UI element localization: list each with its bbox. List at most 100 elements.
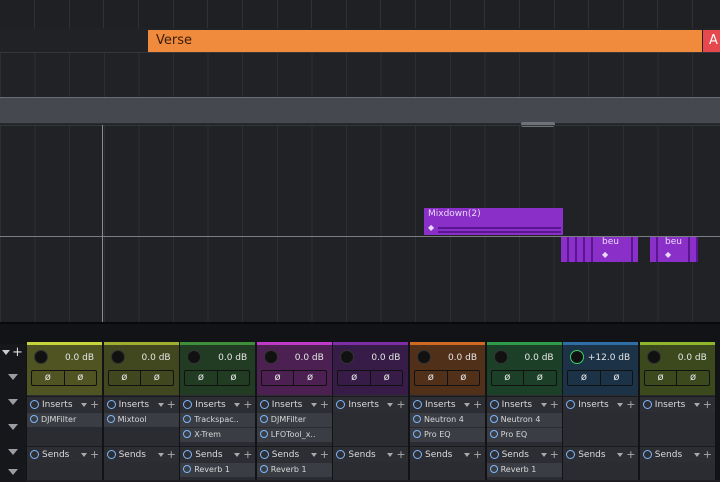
collapse-arrow-icon[interactable] <box>8 469 18 475</box>
pan-knob[interactable] <box>187 350 202 364</box>
power-icon[interactable] <box>183 430 192 438</box>
insert-slot[interactable]: DJMFilter <box>256 413 332 427</box>
pan-knob[interactable] <box>263 350 278 364</box>
dropdown-icon[interactable] <box>310 453 317 457</box>
power-icon[interactable] <box>259 400 269 409</box>
power-icon[interactable] <box>106 415 115 423</box>
phase-invert-left-button[interactable]: ø <box>109 371 141 385</box>
dropdown-icon[interactable] <box>81 453 87 457</box>
power-icon[interactable] <box>259 465 268 473</box>
dropdown-icon[interactable] <box>464 403 470 407</box>
dropdown-icon[interactable] <box>234 403 241 407</box>
pan-knob[interactable] <box>417 350 431 364</box>
add-insert-icon[interactable]: + <box>243 397 252 413</box>
pan-knob[interactable] <box>646 350 661 364</box>
insert-slot[interactable]: DJMFilter <box>27 413 102 427</box>
power-icon[interactable] <box>30 400 39 409</box>
inserts-header[interactable]: Inserts + <box>27 396 102 412</box>
insert-slot[interactable]: Neutron 4 <box>486 413 562 427</box>
pan-knob[interactable] <box>340 350 355 364</box>
add-insert-icon[interactable]: + <box>320 397 329 413</box>
send-slot[interactable]: Reverb 1 <box>180 463 256 477</box>
arranger-section-verse[interactable]: Verse <box>148 30 702 52</box>
add-send-icon[interactable]: + <box>320 447 329 463</box>
dropdown-icon[interactable] <box>387 453 394 457</box>
inserts-header[interactable]: Inserts + <box>333 396 409 413</box>
audio-clip-beu-2[interactable]: beu ◆ <box>661 237 686 262</box>
sends-header[interactable]: Sends + <box>256 446 332 463</box>
pan-knob[interactable] <box>110 350 125 364</box>
add-send-icon[interactable]: + <box>703 447 712 463</box>
phase-invert-right-button[interactable]: ø <box>63 371 97 385</box>
dropdown-icon[interactable] <box>310 403 317 407</box>
folder-track-band[interactable] <box>0 97 720 124</box>
power-icon[interactable] <box>183 400 193 409</box>
insert-slot[interactable]: Mixtool <box>103 413 179 427</box>
gain-readout[interactable]: 0.0 dB <box>51 350 97 366</box>
power-icon[interactable] <box>30 450 39 459</box>
gain-readout[interactable]: 0.0 dB <box>204 350 250 366</box>
power-icon[interactable] <box>30 415 38 423</box>
phase-invert-left-button[interactable]: ø <box>645 371 677 385</box>
power-icon[interactable] <box>489 450 499 459</box>
add-insert-icon[interactable]: + <box>550 397 559 413</box>
phase-invert-right-button[interactable]: ø <box>140 371 173 385</box>
playhead-line[interactable] <box>102 125 103 322</box>
dropdown-icon[interactable] <box>157 403 164 407</box>
gain-readout[interactable]: 0.0 dB <box>281 350 327 366</box>
sends-header[interactable]: Sends + <box>333 446 409 462</box>
phase-invert-right-button[interactable]: ø <box>676 371 709 385</box>
insert-slot[interactable]: Trackspac.. <box>180 413 256 427</box>
add-send-icon[interactable]: + <box>90 447 99 463</box>
inserts-header[interactable]: Inserts + <box>103 396 179 413</box>
dropdown-icon[interactable] <box>464 453 470 457</box>
collapse-arrow-icon[interactable] <box>8 424 18 430</box>
add-send-icon[interactable]: + <box>550 447 559 463</box>
power-icon[interactable] <box>336 450 346 459</box>
send-slot[interactable]: Reverb 1 <box>256 463 332 477</box>
gain-readout[interactable]: 0.0 dB <box>357 350 403 366</box>
inserts-header[interactable]: Inserts + <box>486 396 562 413</box>
phase-invert-left-button[interactable]: ø <box>492 371 524 385</box>
power-icon[interactable] <box>106 450 116 459</box>
phase-invert-right-button[interactable]: ø <box>599 371 633 385</box>
phase-invert-left-button[interactable]: ø <box>568 371 600 385</box>
inserts-header[interactable]: Inserts + <box>180 396 256 413</box>
power-icon[interactable] <box>489 415 498 423</box>
power-icon[interactable] <box>259 430 268 438</box>
add-send-icon[interactable]: + <box>167 447 176 463</box>
add-insert-icon[interactable]: + <box>396 397 405 413</box>
inserts-header[interactable]: Inserts + <box>639 396 715 412</box>
power-icon[interactable] <box>336 400 346 409</box>
insert-slot[interactable]: Pro EQ <box>486 428 562 442</box>
power-icon[interactable] <box>259 450 269 459</box>
add-send-icon[interactable]: + <box>626 447 635 463</box>
insert-slot[interactable]: X-Trem <box>180 428 256 442</box>
add-insert-icon[interactable]: + <box>167 397 176 413</box>
sends-header[interactable]: Sends + <box>103 446 179 463</box>
audio-clip-beu-1[interactable]: beu ◆ <box>598 237 625 262</box>
sends-header[interactable]: Sends + <box>639 446 715 463</box>
phase-invert-left-button[interactable]: ø <box>185 371 217 385</box>
pan-knob[interactable] <box>570 350 585 364</box>
dropdown-icon[interactable] <box>234 453 241 457</box>
power-icon[interactable] <box>489 465 498 473</box>
collapse-arrow-icon[interactable] <box>8 399 18 405</box>
add-send-icon[interactable]: + <box>473 447 482 463</box>
collapse-arrow-icon[interactable] <box>8 449 18 455</box>
add-insert-icon[interactable]: + <box>473 397 482 413</box>
power-icon[interactable] <box>183 450 193 459</box>
add-send-icon[interactable]: + <box>243 447 252 463</box>
audio-clip-mixdown[interactable]: Mixdown(2) ◆ <box>424 208 563 235</box>
dropdown-icon[interactable] <box>81 403 87 407</box>
sends-header[interactable]: Sends + <box>180 446 256 463</box>
phase-invert-right-button[interactable]: ø <box>369 371 403 385</box>
pan-knob[interactable] <box>34 350 48 364</box>
power-icon[interactable] <box>183 415 192 423</box>
power-icon[interactable] <box>566 400 576 409</box>
dropdown-icon[interactable] <box>157 453 164 457</box>
phase-invert-right-button[interactable]: ø <box>216 371 250 385</box>
power-icon[interactable] <box>489 400 499 409</box>
collapse-arrow-icon[interactable] <box>8 374 18 380</box>
insert-slot[interactable]: LFOTool_x.. <box>256 428 332 442</box>
